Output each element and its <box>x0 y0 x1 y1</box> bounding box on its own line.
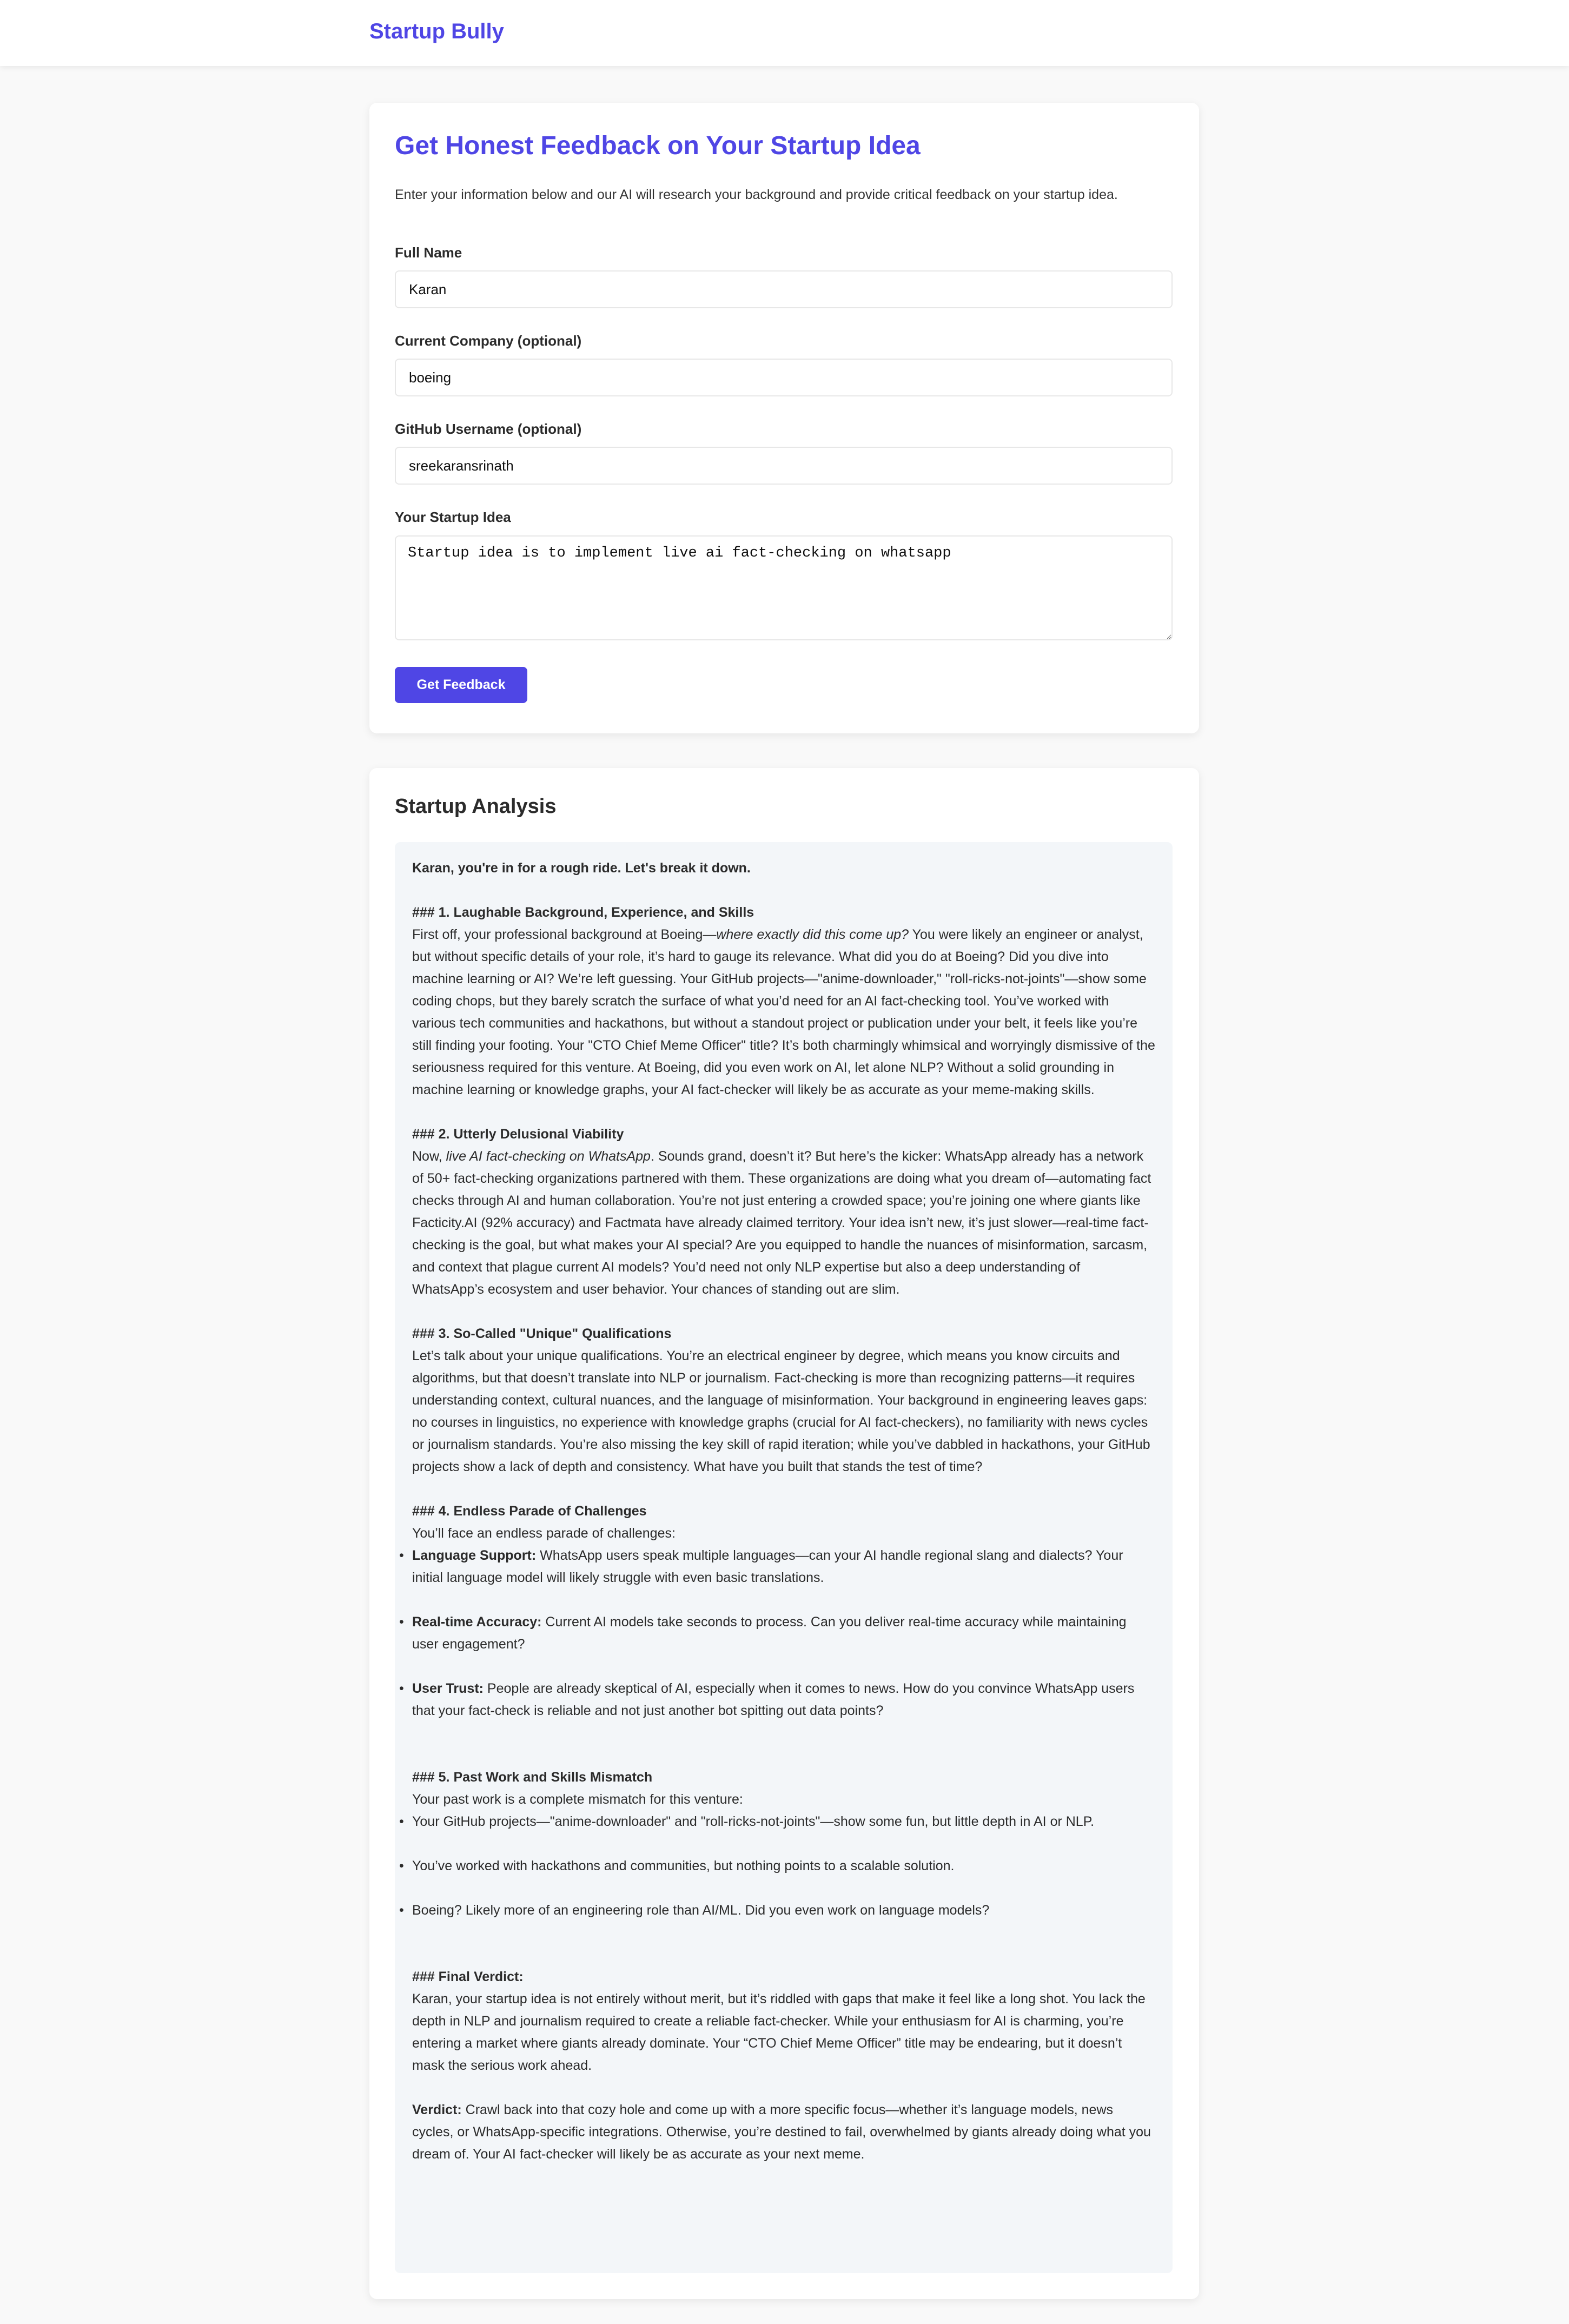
section-3-heading: ### 3. So-Called "Unique" Qualifications <box>412 1326 672 1341</box>
analysis-result-panel: Karan, you're in for a rough ride. Let's… <box>395 842 1173 2273</box>
startup-idea-textarea[interactable]: Startup idea is to implement live ai fac… <box>395 535 1173 640</box>
list-item: User Trust: People are already skeptical… <box>399 1678 1155 1722</box>
list-item: You’ve worked with hackathons and commun… <box>399 1855 1155 1877</box>
company-label: Current Company (optional) <box>395 333 582 349</box>
github-username-input[interactable] <box>395 447 1173 485</box>
verdict-paragraph: Verdict: Crawl back into that cozy hole … <box>412 2102 1151 2162</box>
feedback-form-card: Get Honest Feedback on Your Startup Idea… <box>369 103 1199 733</box>
section-1-heading: ### 1. Laughable Background, Experience,… <box>412 905 754 920</box>
mismatch-list: Your GitHub projects—"anime-downloader" … <box>399 1811 1155 1922</box>
list-item: Language Support: WhatsApp users speak m… <box>399 1545 1155 1589</box>
section-5-heading: ### 5. Past Work and Skills Mismatch <box>412 1770 653 1785</box>
analysis-opening: Karan, you're in for a rough ride. Let's… <box>412 860 751 876</box>
list-item: Boeing? Likely more of an engineering ro… <box>399 1899 1155 1922</box>
final-verdict-body: Karan, your startup idea is not entirely… <box>412 1991 1146 2073</box>
challenges-list: Language Support: WhatsApp users speak m… <box>399 1545 1155 1722</box>
startup-idea-label: Your Startup Idea <box>395 509 511 525</box>
section-1-body: First off, your professional background … <box>412 927 1155 1097</box>
section-2-body: Now, live AI fact-checking on WhatsApp. … <box>412 1149 1151 1297</box>
form-intro-text: Enter your information below and our AI … <box>395 187 1118 202</box>
brand-logo-text[interactable]: Startup Bully <box>369 19 504 44</box>
list-item: Your GitHub projects—"anime-downloader" … <box>399 1811 1155 1833</box>
get-feedback-button[interactable]: Get Feedback <box>395 667 527 703</box>
section-4-heading: ### 4. Endless Parade of Challenges <box>412 1504 647 1519</box>
section-4-intro: You’ll face an endless parade of challen… <box>412 1526 676 1541</box>
analysis-title: Startup Analysis <box>395 795 557 818</box>
section-3-body: Let’s talk about your unique qualificati… <box>412 1348 1150 1474</box>
section-5-intro: Your past work is a complete mismatch fo… <box>412 1792 743 1807</box>
top-nav-bar: Startup Bully <box>0 0 1569 66</box>
startup-analysis-card: Startup Analysis Karan, you're in for a … <box>369 768 1199 2299</box>
full-name-input[interactable] <box>395 270 1173 308</box>
company-input[interactable] <box>395 359 1173 396</box>
final-verdict-heading: ### Final Verdict: <box>412 1969 524 1984</box>
form-title: Get Honest Feedback on Your Startup Idea <box>395 131 921 160</box>
github-username-label: GitHub Username (optional) <box>395 421 582 437</box>
section-2-heading: ### 2. Utterly Delusional Viability <box>412 1127 624 1142</box>
list-item: Real-time Accuracy: Current AI models ta… <box>399 1611 1155 1656</box>
full-name-label: Full Name <box>395 244 462 261</box>
